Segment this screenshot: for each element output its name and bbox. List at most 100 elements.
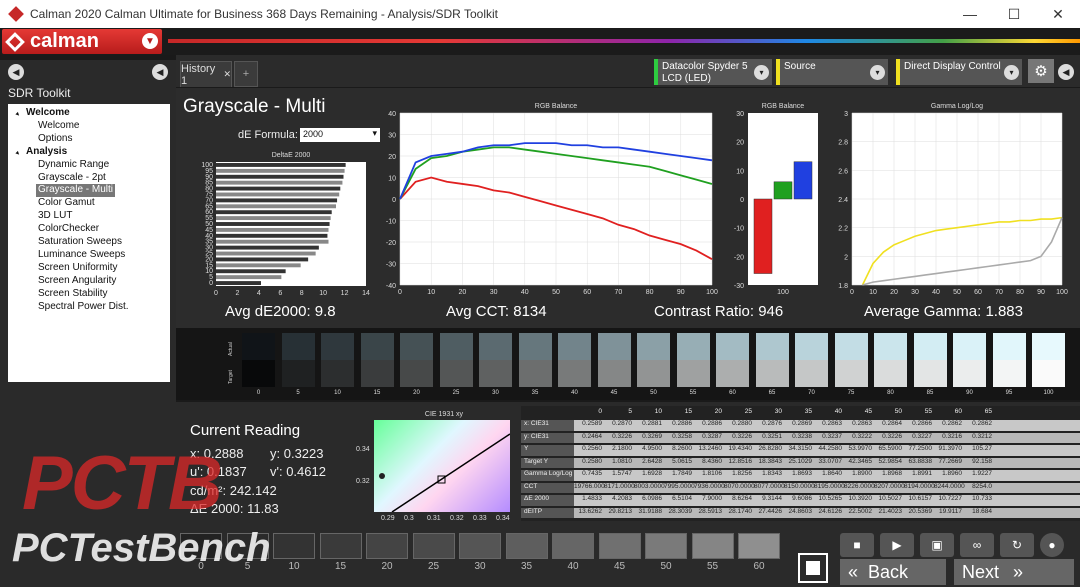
measure-swatch-button[interactable] <box>366 533 408 559</box>
minimize-button[interactable]: — <box>948 0 992 28</box>
display-selector[interactable]: Direct Display Control ▾ <box>896 59 1022 85</box>
tree-item[interactable]: Luminance Sweeps <box>8 249 170 262</box>
de-bar <box>216 233 328 238</box>
table-cell: 26.8280 <box>758 445 783 452</box>
measure-swatch-button[interactable] <box>691 533 734 559</box>
gray-swatch[interactable] <box>400 333 433 387</box>
gray-swatch[interactable] <box>834 333 868 387</box>
meter-selector[interactable]: Datacolor Spyder 5 LCD (LED) ▾ <box>654 59 772 85</box>
gray-swatch[interactable] <box>637 333 670 387</box>
panel-collapse-icon[interactable]: ◀ <box>1058 64 1074 80</box>
gray-swatch[interactable] <box>755 333 789 387</box>
gray-swatch[interactable] <box>360 333 394 387</box>
gray-swatch[interactable] <box>795 333 828 387</box>
tree-item[interactable]: Grayscale - 2pt <box>8 172 170 185</box>
tree-item[interactable]: Screen Uniformity <box>8 262 170 275</box>
gray-swatch[interactable] <box>992 333 1026 387</box>
gray-swatch[interactable] <box>1032 333 1065 387</box>
gray-swatch[interactable] <box>716 333 749 387</box>
stop-measure-button[interactable] <box>798 553 828 583</box>
swatch-target <box>518 360 552 387</box>
close-tab-icon[interactable]: ✕ <box>223 69 231 80</box>
table-cell: 0.3251 <box>762 432 782 440</box>
measure-swatch-button[interactable] <box>738 533 780 559</box>
chart-title: Gamma Log/Log <box>931 103 983 110</box>
table-cell: 1.6928 <box>642 470 662 477</box>
gray-swatch[interactable] <box>439 333 473 387</box>
gray-swatch[interactable] <box>558 333 591 387</box>
tree-group-analysis[interactable]: Analysis <box>8 146 170 159</box>
title-bar: Calman 2020 Calman Ultimate for Business… <box>0 0 1080 28</box>
measure-swatch-button[interactable] <box>412 533 455 559</box>
add-tab-button[interactable]: + <box>234 61 258 87</box>
measure-swatch-label: 30 <box>474 561 486 572</box>
tree-item[interactable]: Spectral Power Dist. <box>8 301 170 314</box>
table-cell: 8194.0000 <box>904 482 935 490</box>
rgb-ytick: -30 <box>386 262 396 269</box>
de-xtick: 12 <box>341 290 349 297</box>
gamma-xtick: 90 <box>1037 289 1045 296</box>
gray-swatch[interactable] <box>953 333 986 387</box>
reading-v: v': 0.4612 <box>270 464 326 479</box>
play-icon[interactable]: ▶ <box>880 533 914 557</box>
measure-swatch-button[interactable] <box>319 533 362 559</box>
table-cell: 2.6428 <box>642 457 662 465</box>
sidebar-back-icon[interactable]: ◀ <box>8 64 24 80</box>
tree-item[interactable]: Color Gamut <box>8 197 170 210</box>
column-header: 0 <box>598 408 602 415</box>
rgb-ytick: 0 <box>392 197 396 204</box>
cie-ytick: 0.32 <box>356 478 370 485</box>
loop-icon[interactable]: ∞ <box>960 533 994 557</box>
gray-swatch[interactable] <box>242 333 275 387</box>
table-cell: 0.3226 <box>612 432 632 440</box>
back-button[interactable]: « Back <box>840 559 946 585</box>
tree-item[interactable]: Options <box>8 133 170 146</box>
tree-item[interactable]: Welcome <box>8 120 170 133</box>
measure-swatch-button[interactable] <box>598 533 641 559</box>
de-bar <box>216 210 332 215</box>
tree-item[interactable]: 3D LUT <box>8 210 170 223</box>
swatch-actual <box>716 333 749 360</box>
maximize-button[interactable]: ☐ <box>992 0 1036 28</box>
tree-group-welcome[interactable]: Welcome <box>8 107 170 120</box>
tab-history-1[interactable]: History 1 ✕ <box>180 61 232 87</box>
measure-swatch-button[interactable] <box>273 533 315 559</box>
refresh-icon[interactable]: ↻ <box>1000 533 1034 557</box>
measure-swatch-button[interactable] <box>505 533 548 559</box>
measure-swatch-button[interactable] <box>459 533 501 559</box>
tree-item[interactable]: ColorChecker <box>8 223 170 236</box>
tree-item[interactable]: Screen Angularity <box>8 275 170 288</box>
tree-item[interactable]: Dynamic Range <box>8 159 170 172</box>
swatch-actual <box>558 333 591 360</box>
gray-swatch[interactable] <box>321 333 354 387</box>
tree-item-selected[interactable]: Grayscale - Multi <box>36 184 116 198</box>
calman-logo-button[interactable]: calman ▼ <box>2 29 162 54</box>
record-icon[interactable]: ● <box>1040 533 1064 557</box>
table-cell: 0.3287 <box>702 432 722 440</box>
gray-swatch[interactable] <box>479 333 512 387</box>
swatch-label: 95 <box>1005 390 1013 396</box>
gray-swatch[interactable] <box>676 333 710 387</box>
gray-swatch[interactable] <box>597 333 631 387</box>
table-cell: 10.7227 <box>938 495 963 502</box>
stop-icon[interactable]: ■ <box>840 533 874 557</box>
gray-swatch[interactable] <box>913 333 947 387</box>
tree-item[interactable]: Screen Stability <box>8 288 170 301</box>
close-button[interactable]: ✕ <box>1036 0 1080 28</box>
tree-item[interactable]: Saturation Sweeps <box>8 236 170 249</box>
next-arrow-icon: » <box>1013 561 1024 582</box>
gray-swatch[interactable] <box>518 333 552 387</box>
row-header: dEITP <box>521 507 574 518</box>
gray-swatch[interactable] <box>281 333 315 387</box>
gear-icon[interactable]: ⚙ <box>1028 59 1054 83</box>
measure-swatch-button[interactable] <box>645 533 687 559</box>
save-icon[interactable]: ▣ <box>920 533 954 557</box>
measure-swatch-button[interactable] <box>552 533 594 559</box>
swatch-label: 50 <box>650 390 657 396</box>
next-button[interactable]: Next » <box>954 559 1074 585</box>
sidebar-collapse-icon[interactable]: ◀ <box>152 64 168 80</box>
swatch-strip: Actual Target 0 5 10 15 20 25 30 35 40 45 50 55 60 65… <box>176 328 1080 400</box>
rgb-ytick: -40 <box>386 283 396 290</box>
gray-swatch[interactable] <box>874 333 907 387</box>
source-selector[interactable]: Source ▾ <box>776 59 888 85</box>
